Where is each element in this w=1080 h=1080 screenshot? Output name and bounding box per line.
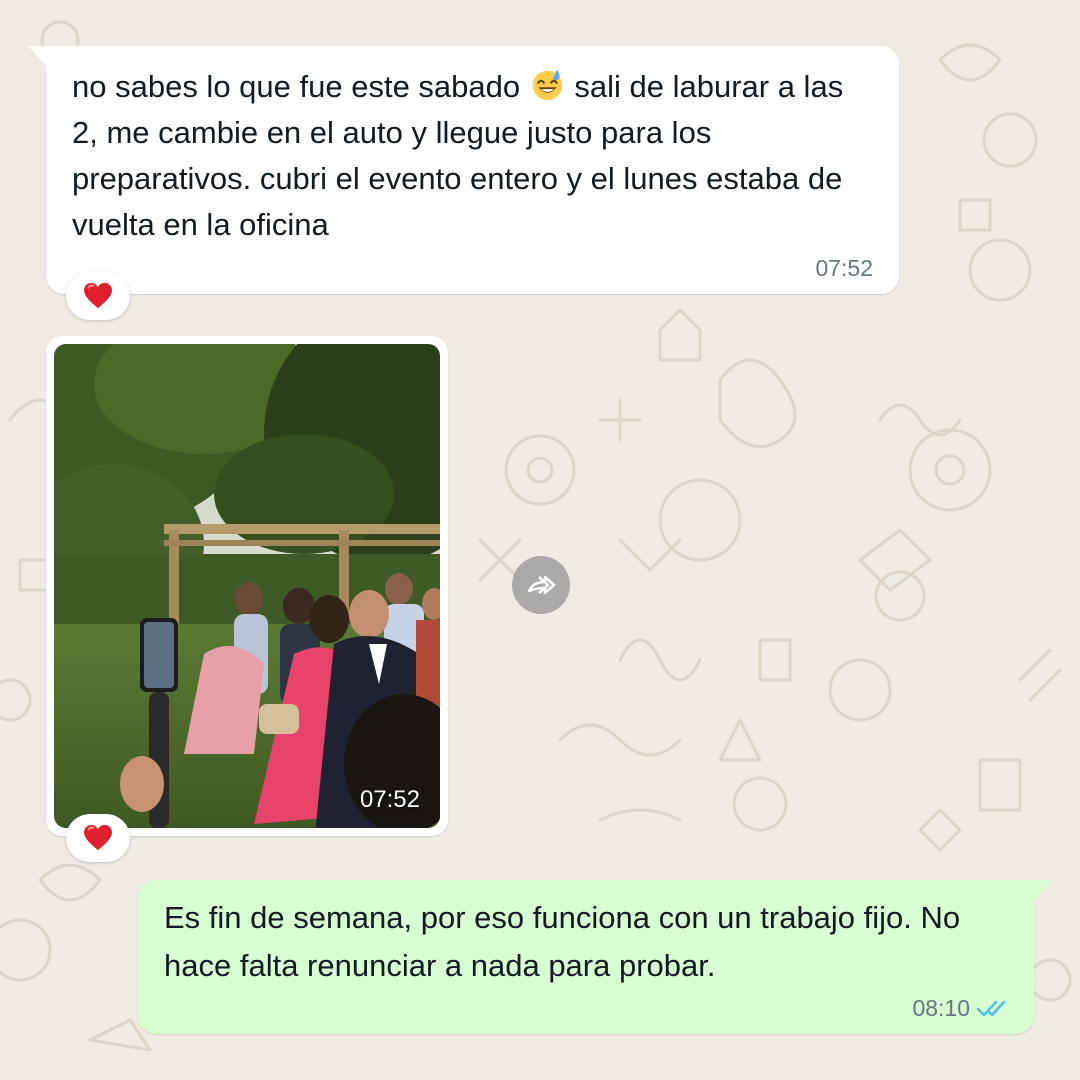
message-time: 08:10 (912, 995, 970, 1021)
heart-icon (84, 282, 112, 309)
message-text: Es fin de semana, por eso funciona con u… (164, 900, 961, 983)
message-time: 07:52 (815, 255, 873, 281)
incoming-message-bubble[interactable]: no sabes lo que fue este sabado sali de … (28, 46, 899, 294)
message-text: no sabes lo que fue este sabado sali de … (72, 64, 872, 248)
heart-icon (84, 824, 112, 851)
heart-reaction[interactable] (66, 272, 130, 320)
heart-reaction[interactable] (66, 814, 130, 862)
incoming-video-bubble[interactable]: 07:52 (46, 336, 448, 836)
video-frame (54, 344, 440, 828)
forward-icon (527, 575, 556, 595)
message-text-part: no sabes lo que fue este sabado (72, 69, 521, 104)
message-meta: 08:10 (912, 995, 1010, 1022)
forward-button[interactable] (512, 556, 570, 614)
video-time: 07:52 (359, 786, 420, 813)
grinning-sweat-emoji-icon (532, 69, 562, 101)
outgoing-message-bubble[interactable]: Es fin de semana, por eso funciona con u… (138, 880, 1052, 1034)
double-check-read-icon (976, 1000, 1006, 1016)
bubble-tail (28, 46, 48, 68)
video-thumbnail[interactable]: 07:52 (54, 344, 440, 828)
bubble-tail (1032, 880, 1052, 902)
